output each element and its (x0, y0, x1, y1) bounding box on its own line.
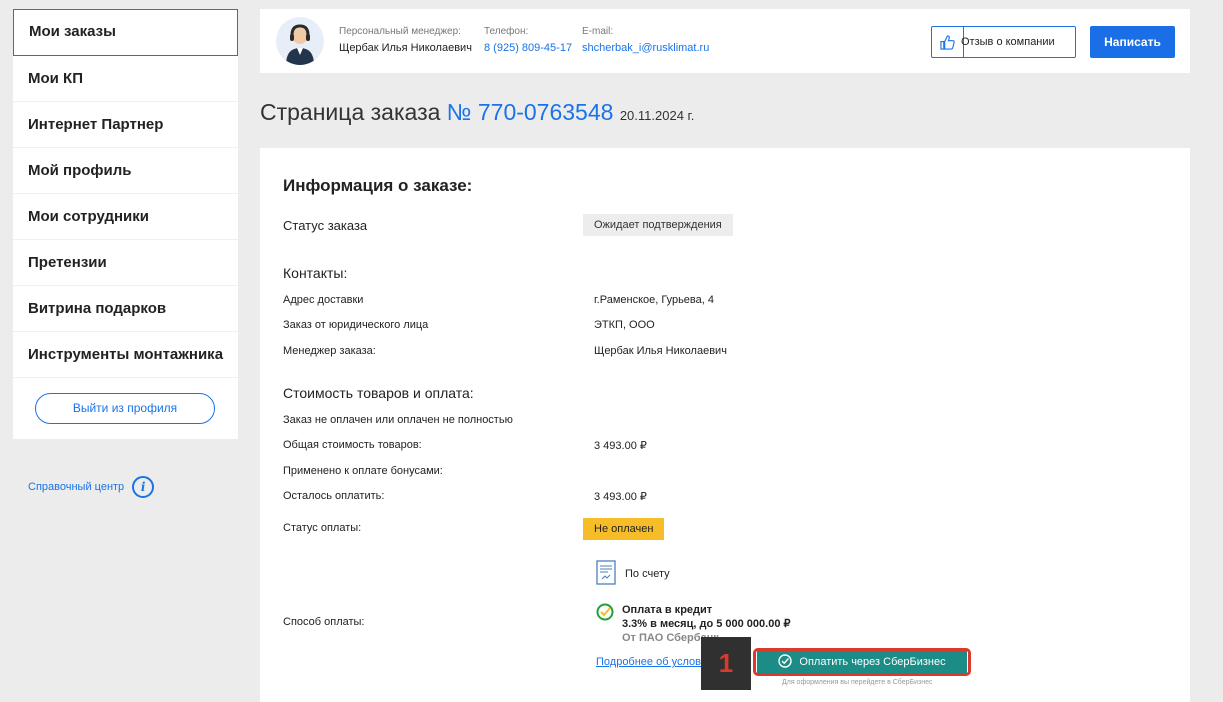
sber-note: Для оформления вы перейдете в СберБизнес (782, 679, 933, 686)
legal-entity-label: Заказ от юридического лица (283, 319, 429, 331)
pay-sberbusiness-button[interactable]: Оплатить через СберБизнес (757, 651, 967, 673)
credit-title: Оплата в кредит (622, 604, 713, 616)
payment-status-badge: Не оплачен (583, 518, 665, 540)
help-center-label: Справочный центр (28, 481, 125, 493)
sidebar-item-internet-partner[interactable]: Интернет Партнер (13, 102, 238, 148)
invoice-label: По счету (625, 568, 670, 580)
step-number-marker: 1 (701, 637, 751, 690)
invoice-document-icon (596, 560, 616, 588)
order-info-card: Информация о заказе: Статус заказа Ожида… (260, 148, 1190, 702)
sidebar-item-claims[interactable]: Претензии (13, 240, 238, 286)
payment-method-label: Способ оплаты: (283, 616, 365, 628)
order-manager-label: Менеджер заказа: (283, 345, 376, 357)
phone-label: Телефон: (484, 26, 529, 37)
help-center-link[interactable]: Справочный центр i (28, 476, 155, 498)
payment-status-label: Статус оплаты: (283, 522, 362, 534)
logout-button[interactable]: Выйти из профиля (35, 393, 215, 424)
order-date: 20.11.2024 г. (619, 108, 695, 123)
remaining-label: Осталось оплатить: (283, 490, 385, 502)
legal-entity-value: ЭТКП, ООО (594, 319, 655, 331)
sberbank-logo-icon (596, 603, 614, 645)
order-status-badge: Ожидает подтверждения (583, 214, 733, 236)
info-icon: i (132, 476, 155, 498)
write-button[interactable]: Написать (1090, 26, 1175, 58)
order-info-heading: Информация о заказе: (283, 176, 473, 195)
page-title: Страница заказа № 770-0763548 20.11.2024… (260, 99, 694, 126)
page-title-prefix: Страница заказа (260, 99, 441, 125)
unpaid-note: Заказ не оплачен или оплачен не полность… (283, 414, 513, 426)
sidebar-item-orders[interactable]: Мои заказы (13, 9, 238, 56)
sidebar-item-gift-showcase[interactable]: Витрина подарков (13, 286, 238, 332)
bonus-label: Применено к оплате бонусами: (283, 465, 443, 477)
order-manager-value: Щербак Илья Николаевич (594, 345, 727, 357)
payment-heading: Стоимость товаров и оплата: (283, 385, 474, 401)
phone-link[interactable]: 8 (925) 809-45-17 (484, 42, 572, 54)
manager-bar: Персональный менеджер: Щербак Илья Никол… (260, 9, 1190, 73)
manager-info: Персональный менеджер: Щербак Илья Никол… (339, 26, 472, 54)
sidebar-item-profile[interactable]: Мой профиль (13, 148, 238, 194)
address-value: г.Раменское, Гурьева, 4 (594, 294, 714, 306)
review-label: Отзыв о компании (961, 36, 1055, 48)
phone-info: Телефон: 8 (925) 809-45-17 (484, 26, 572, 54)
sidebar: Мои заказы Мои КП Интернет Партнер Мой п… (13, 9, 238, 439)
remaining-value: 3 493.00 ₽ (594, 491, 647, 503)
email-label: E-mail: (582, 26, 614, 37)
credit-terms: 3.3% в месяц, до 5 000 000.00 ₽ (622, 618, 791, 630)
sidebar-item-installer-tools[interactable]: Инструменты монтажника (13, 332, 238, 378)
credit-option[interactable]: Оплата в кредит 3.3% в месяц, до 5 000 0… (596, 603, 791, 645)
manager-avatar (276, 17, 324, 65)
total-value: 3 493.00 ₽ (594, 440, 647, 452)
address-label: Адрес доставки (283, 294, 364, 306)
sber-button-label: Оплатить через СберБизнес (799, 656, 946, 668)
manager-name: Щербак Илья Николаевич (339, 42, 472, 54)
sidebar-item-employees[interactable]: Мои сотрудники (13, 194, 238, 240)
review-company-button[interactable]: Отзыв о компании (931, 26, 1076, 58)
pay-by-invoice-option[interactable]: По счету (596, 560, 670, 588)
sidebar-item-kp[interactable]: Мои КП (13, 56, 238, 102)
total-label: Общая стоимость товаров: (283, 439, 422, 451)
email-link[interactable]: shcherbak_i@rusklimat.ru (582, 42, 709, 54)
email-info: E-mail: shcherbak_i@rusklimat.ru (582, 26, 709, 54)
contacts-heading: Контакты: (283, 265, 348, 281)
manager-label: Персональный менеджер: (339, 26, 461, 37)
order-number: № 770-0763548 (446, 99, 614, 125)
order-status-label: Статус заказа (283, 218, 368, 233)
check-circle-icon (778, 653, 793, 671)
